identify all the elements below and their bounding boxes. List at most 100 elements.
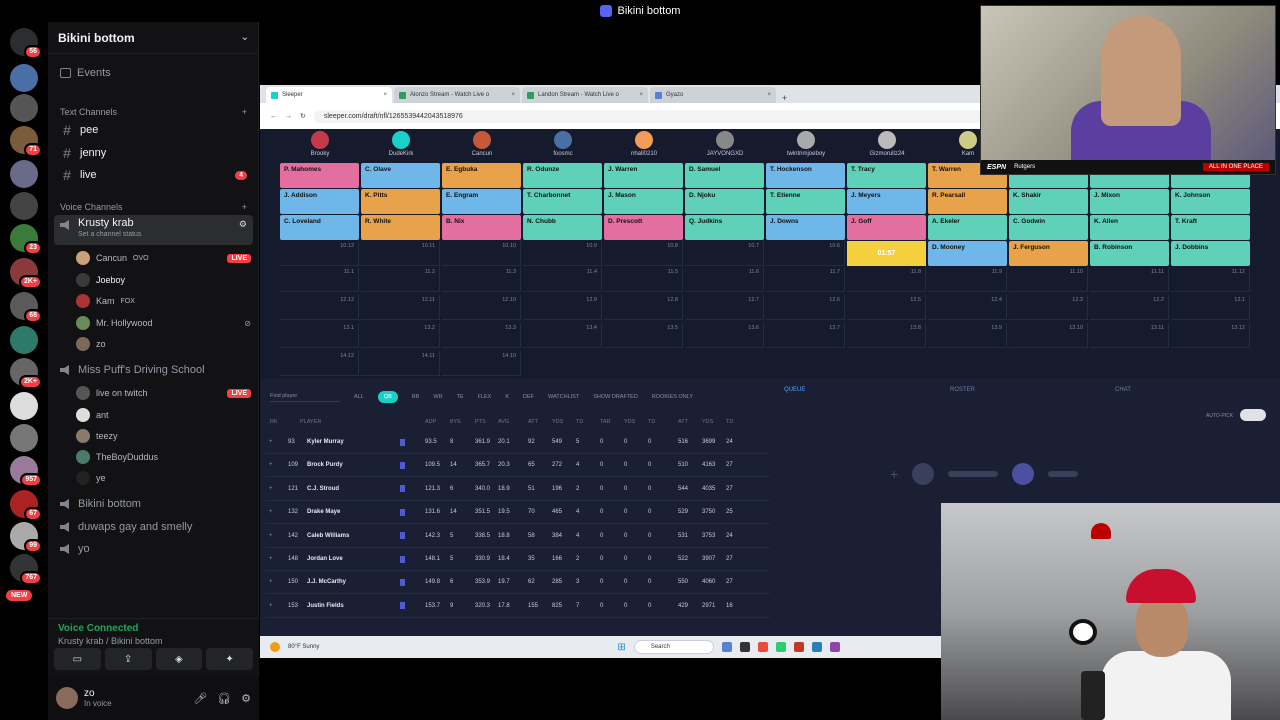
close-icon[interactable]: ×	[767, 92, 771, 98]
add-channel-icon[interactable]: +	[242, 202, 247, 212]
taskbar-app-icon[interactable]	[721, 642, 732, 652]
empty-pick-cell[interactable]: 13.7	[766, 323, 845, 348]
rookies-only-toggle[interactable]: ROOKIES ONLY	[652, 394, 693, 400]
empty-pick-cell[interactable]: 12.1	[1171, 295, 1250, 320]
empty-pick-cell[interactable]: 12.3	[1009, 295, 1088, 320]
draft-pick-cell[interactable]: J. Addison	[280, 189, 359, 214]
server-icon[interactable]	[10, 424, 38, 452]
server-icon[interactable]: 68	[10, 292, 42, 323]
add-to-queue-icon[interactable]: +	[269, 533, 273, 539]
empty-pick-cell[interactable]: 11.6	[685, 267, 764, 292]
voice-user[interactable]: live on twitch LIVE	[76, 383, 251, 403]
draft-pick-cell[interactable]: T. Tracy	[847, 163, 926, 188]
empty-pick-cell[interactable]: 11.8	[847, 267, 926, 292]
add-to-queue-icon[interactable]: +	[269, 579, 273, 585]
back-icon[interactable]: ←	[270, 113, 277, 120]
player-search-input[interactable]: Find player	[270, 393, 340, 402]
column-header[interactable]: TD	[576, 419, 583, 425]
browser-tab[interactable]: Sleeper ×	[266, 87, 392, 103]
empty-pick-cell[interactable]: 11.3	[442, 267, 521, 292]
draft-pick-cell[interactable]: A. Ekeler	[928, 215, 1007, 240]
show-drafted-toggle[interactable]: SHOW DRAFTED	[593, 394, 638, 400]
new-messages-pill[interactable]: NEW	[6, 590, 33, 601]
server-icon[interactable]: 71	[10, 126, 42, 157]
team-header[interactable]: twintrimjoeboy	[766, 131, 846, 157]
channel-status[interactable]: Set a channel status	[78, 231, 141, 238]
column-header[interactable]: TD	[648, 419, 655, 425]
watchlist-toggle[interactable]: WATCHLIST	[548, 394, 579, 400]
empty-pick-cell[interactable]: 12.10	[442, 295, 521, 320]
column-header[interactable]: PTS	[475, 419, 486, 425]
add-to-queue-icon[interactable]: +	[269, 556, 273, 562]
server-icon[interactable]: 2K+	[10, 258, 42, 289]
draft-pick-cell[interactable]: R. White	[361, 215, 440, 240]
voice-user[interactable]: Joeboy	[76, 270, 251, 290]
draft-pick-cell[interactable]: E. Engram	[442, 189, 521, 214]
empty-pick-cell[interactable]: 11.4	[523, 267, 602, 292]
server-icon[interactable]: 99	[10, 522, 42, 553]
empty-pick-cell[interactable]: 12.5	[847, 295, 926, 320]
new-tab-icon[interactable]: +	[782, 93, 787, 103]
server-icon[interactable]: 2K+	[10, 358, 42, 389]
server-header[interactable]: Bikini bottom ⌄	[48, 22, 259, 54]
draft-pick-cell[interactable]: R. Pearsall	[928, 189, 1007, 214]
filter-flex[interactable]: FLEX	[478, 394, 492, 400]
voice-user[interactable]: Kam FOX	[76, 291, 251, 311]
draft-flag-icon[interactable]	[400, 438, 405, 446]
draft-pick-cell[interactable]: K. Shakir	[1009, 189, 1088, 214]
filter-qb[interactable]: QB	[377, 391, 398, 403]
empty-pick-cell[interactable]: 11.12	[1171, 267, 1250, 292]
autopick-toggle[interactable]	[1240, 409, 1266, 421]
voice-user[interactable]: Mr. Hollywood ⊘	[76, 313, 251, 333]
empty-pick-cell[interactable]: 10.8	[604, 241, 683, 266]
team-header[interactable]: DudeKirk	[361, 131, 441, 157]
taskbar-app-icon[interactable]	[829, 642, 840, 652]
soundboard-button[interactable]: ✦	[206, 648, 253, 670]
team-header[interactable]: Brooky	[280, 131, 360, 157]
webcam-tv-feed[interactable]: ESPN Rutgers ALL IN ONE PLACE	[980, 5, 1276, 175]
player-name[interactable]: Justin Fields	[307, 603, 344, 609]
empty-pick-cell[interactable]: 10.10	[442, 241, 521, 266]
server-icon[interactable]	[10, 326, 38, 354]
taskbar-app-icon[interactable]	[811, 642, 822, 652]
gear-icon[interactable]: ⚙	[241, 692, 251, 705]
voice-user[interactable]: Cancun OVO LIVE	[76, 248, 251, 268]
gear-icon[interactable]: ⚙	[239, 219, 247, 230]
draft-pick-cell[interactable]: T. Etienne	[766, 189, 845, 214]
empty-pick-cell[interactable]: 11.9	[928, 267, 1007, 292]
empty-pick-cell[interactable]: 12.12	[280, 295, 359, 320]
draft-pick-cell[interactable]: T. Kraft	[1171, 215, 1250, 240]
draft-pick-cell[interactable]: B. Nix	[442, 215, 521, 240]
empty-pick-cell[interactable]: 10.12	[280, 241, 359, 266]
column-header[interactable]: TAR	[600, 419, 611, 425]
empty-pick-cell[interactable]: 13.10	[1009, 323, 1088, 348]
add-to-queue-icon[interactable]: +	[269, 462, 273, 468]
empty-pick-cell[interactable]: 14.11	[361, 351, 440, 376]
voice-channel-yo[interactable]: yo	[54, 539, 253, 559]
reload-icon[interactable]: ↻	[300, 112, 306, 120]
column-header[interactable]: ADP	[425, 419, 436, 425]
column-header[interactable]: YDS	[702, 419, 713, 425]
empty-pick-cell[interactable]: 13.1	[280, 323, 359, 348]
empty-pick-cell[interactable]: 11.5	[604, 267, 683, 292]
draft-pick-cell[interactable]: D. Njoku	[685, 189, 764, 214]
table-row[interactable]: +142 Caleb Williams 142.3 5 338.5 18.8 58 384 4 0…	[265, 525, 770, 548]
draft-pick-cell[interactable]: T. Charbonnet	[523, 189, 602, 214]
draft-flag-icon[interactable]	[400, 532, 405, 540]
empty-pick-cell[interactable]: 10.6	[766, 241, 845, 266]
close-icon[interactable]: ×	[511, 92, 515, 98]
column-header[interactable]: YDS	[552, 419, 563, 425]
voice-channel-miss-puffs[interactable]: Miss Puff's Driving School	[54, 360, 253, 380]
empty-pick-cell[interactable]: 10.11	[361, 241, 440, 266]
text-channels-category[interactable]: Text Channels +	[54, 107, 253, 117]
channel-live[interactable]: # live 4	[54, 165, 253, 185]
empty-pick-cell[interactable]: 10.9	[523, 241, 602, 266]
draft-pick-cell[interactable]: J. Mason	[604, 189, 683, 214]
empty-pick-cell[interactable]: 13.6	[685, 323, 764, 348]
empty-pick-cell[interactable]: 10.7	[685, 241, 764, 266]
webcam-streamer[interactable]	[941, 503, 1280, 720]
column-header[interactable]: ATT	[528, 419, 538, 425]
taskbar-search[interactable]: Search	[633, 640, 714, 654]
draft-pick-cell[interactable]: D. Mooney	[928, 241, 1007, 266]
table-row[interactable]: +121 C.J. Stroud 121.3 6 340.0 18.9 51 196 2 0 0 0 5…	[265, 478, 770, 501]
